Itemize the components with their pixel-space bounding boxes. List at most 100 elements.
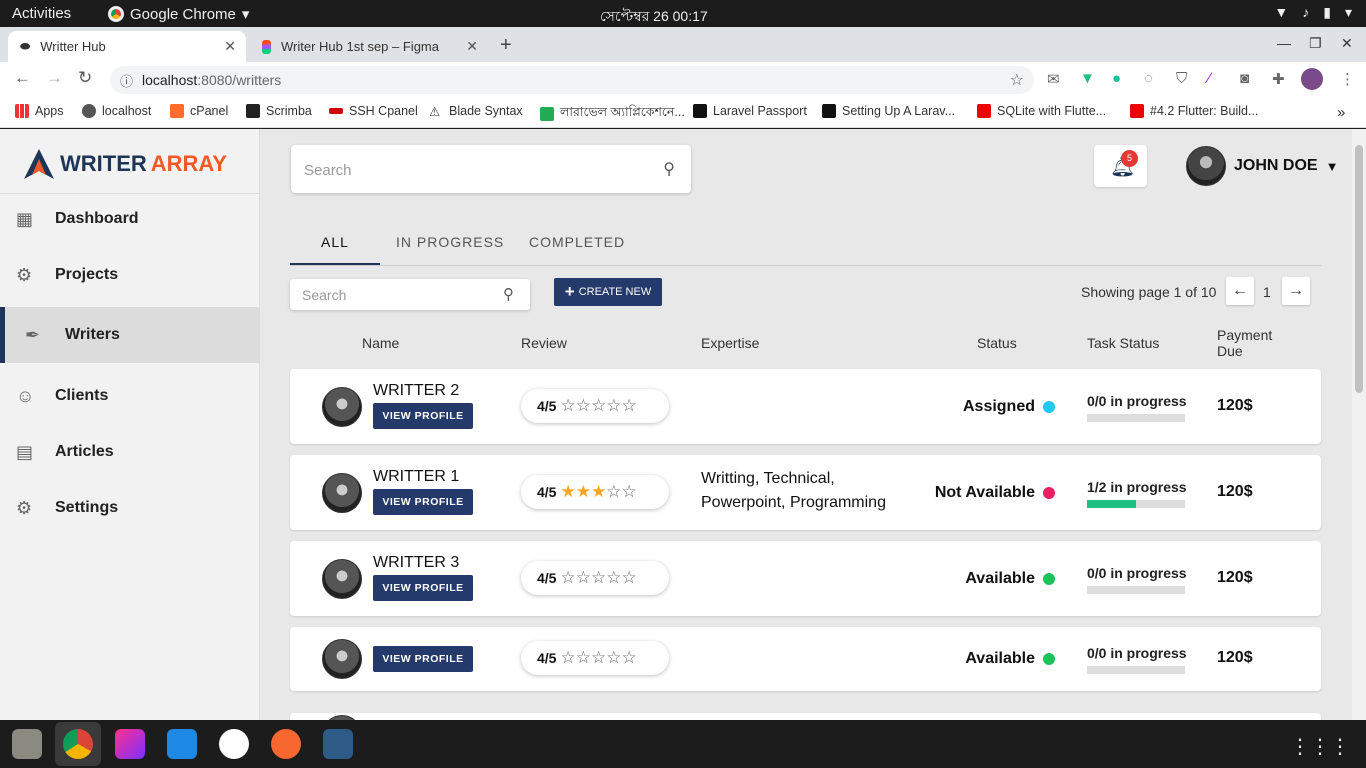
bookmark-scrimba[interactable]: Scrimba — [246, 104, 312, 118]
sidebar-item-dashboard[interactable]: ▦ Dashboard — [0, 191, 260, 247]
expertise-line: Powerpoint, Programming — [701, 494, 886, 511]
bookmark-blade-syntax[interactable]: ⚠ Blade Syntax — [429, 104, 523, 119]
sidebar-item-projects[interactable]: ⚙ Projects — [0, 247, 260, 303]
grammarly-icon[interactable]: ● — [1112, 70, 1121, 87]
table-row[interactable]: WRITTER 2 VIEW PROFILE 4/5 ☆☆☆☆☆ Assigne… — [290, 369, 1321, 444]
sidebar-item-articles[interactable]: ▤ Articles — [0, 424, 260, 480]
bookmark-setting-up[interactable]: Setting Up A Larav... — [822, 104, 955, 118]
window-close-icon[interactable]: ✕ — [1341, 35, 1353, 52]
address-bar[interactable]: ⓘ localhost:8080/writters ☆ — [110, 66, 1034, 94]
writer-search-input[interactable]: Search ⚲ — [290, 279, 530, 310]
activities-button[interactable]: Activities — [12, 5, 71, 22]
bookmark-laravel-bn[interactable]: লারাভেল অ্যাপ্লিকেশনে... — [540, 104, 685, 124]
table-row[interactable]: WRITTER 1 VIEW PROFILE 4/5 ★★★☆☆ Writtin… — [290, 455, 1321, 530]
more-menu-icon[interactable]: ⋮ — [1340, 70, 1355, 88]
bookmark-localhost[interactable]: localhost — [82, 104, 151, 118]
column-header-payment-due[interactable]: Payment Due — [1217, 327, 1287, 359]
minimize-icon[interactable]: — — [1277, 35, 1291, 51]
browser-tab-writter-hub[interactable]: ⬬ Writter Hub ✕ — [8, 31, 246, 62]
star-empty-icon: ☆ — [606, 482, 622, 501]
tab-all[interactable]: ALL — [321, 234, 349, 250]
bookmark-apps[interactable]: Apps — [15, 104, 64, 118]
column-header-expertise[interactable]: Expertise — [701, 335, 759, 351]
gmail-icon[interactable]: ✉ — [1047, 70, 1060, 88]
clock[interactable]: সেপ্টেম্বর 26 00:17 — [600, 5, 708, 29]
tab-in-progress[interactable]: IN PROGRESS — [396, 234, 504, 250]
mysql-workbench-icon[interactable] — [323, 729, 353, 759]
close-icon[interactable]: ✕ — [466, 38, 478, 55]
forward-arrow-icon[interactable]: → — [46, 68, 63, 88]
sidebar-item-clients[interactable]: ☺ Clients — [0, 368, 260, 424]
restore-icon[interactable]: ❐ — [1309, 35, 1322, 52]
phpstorm-icon[interactable] — [115, 729, 145, 759]
postman-icon[interactable] — [271, 729, 301, 759]
tab-completed[interactable]: COMPLETED — [529, 234, 625, 250]
table-row[interactable] — [290, 713, 1321, 720]
column-header-status[interactable]: Status — [977, 335, 1017, 351]
writer-status: Available — [965, 570, 1035, 587]
reload-icon[interactable]: ↻ — [78, 68, 92, 88]
bookmark-flutter-build[interactable]: #4.2 Flutter: Build... — [1130, 104, 1258, 118]
close-icon[interactable]: ✕ — [224, 38, 236, 55]
user-menu[interactable]: JOHN DOE ▼ — [1186, 146, 1338, 186]
scrollbar-thumb[interactable] — [1355, 145, 1363, 393]
scrimba-icon — [246, 104, 260, 118]
view-profile-button[interactable]: VIEW PROFILE — [373, 489, 473, 515]
camera-icon[interactable]: ◙ — [1240, 70, 1249, 87]
search-placeholder: Search — [304, 162, 352, 179]
browser-tab-figma[interactable]: Writer Hub 1st sep – Figma ✕ — [250, 31, 488, 62]
show-apps-icon[interactable]: ⋮⋮⋮ — [1290, 734, 1350, 759]
view-profile-button[interactable]: VIEW PROFILE — [373, 575, 473, 601]
vscode-icon[interactable] — [167, 729, 197, 759]
create-new-button[interactable]: + CREATE NEW — [554, 278, 662, 306]
status-dot — [1043, 573, 1055, 585]
next-page-button[interactable]: → — [1282, 277, 1310, 305]
slack-icon[interactable] — [219, 729, 249, 759]
task-progress-bar — [1087, 414, 1185, 422]
current-page-number: 1 — [1263, 284, 1271, 300]
app-menu[interactable]: Google Chrome ▾ — [108, 5, 249, 23]
column-header-name[interactable]: Name — [362, 335, 399, 351]
search-icon[interactable]: ⚲ — [503, 285, 514, 303]
table-row[interactable]: VIEW PROFILE 4/5 ☆☆☆☆☆ Available 0/0 in … — [290, 627, 1321, 691]
column-header-review[interactable]: Review — [521, 335, 567, 351]
sidebar-item-label: Dashboard — [55, 210, 139, 227]
feather-icon[interactable]: ∕ — [1208, 70, 1211, 87]
page-scrollbar[interactable] — [1352, 129, 1366, 720]
vue-devtools-icon[interactable]: ▼ — [1080, 70, 1095, 87]
search-icon[interactable]: ⚲ — [663, 159, 675, 179]
dev-icon — [822, 104, 836, 118]
shield-icon[interactable]: ⛉ — [1176, 70, 1187, 87]
table-row[interactable]: WRITTER 3 VIEW PROFILE 4/5 ☆☆☆☆☆ Availab… — [290, 541, 1321, 616]
column-header-task-status[interactable]: Task Status — [1087, 335, 1159, 351]
bookmark-sqlite-flutter[interactable]: SQLite with Flutte... — [977, 104, 1106, 118]
system-tray[interactable]: ▼ ♪ ▮ ▾ — [1274, 4, 1352, 21]
client-icon: ☺ — [16, 385, 35, 406]
sidebar-item-writers[interactable]: ✒ Writers — [0, 307, 260, 363]
new-tab-button[interactable]: + — [500, 34, 512, 57]
bookmark-laravel-passport[interactable]: Laravel Passport — [693, 104, 807, 118]
puzzle-icon[interactable]: ✚ — [1272, 70, 1285, 88]
brand-logo[interactable]: WRITER ARRAY — [22, 147, 227, 181]
bookmark-ssh-cpanel[interactable]: SSH Cpanel — [329, 104, 418, 118]
view-profile-button[interactable]: VIEW PROFILE — [373, 403, 473, 429]
apps-grid-icon — [15, 104, 29, 118]
view-profile-button[interactable]: VIEW PROFILE — [373, 646, 473, 672]
filter-tabs: ALL IN PROGRESS COMPLETED — [290, 225, 1321, 266]
global-search-input[interactable]: Search ⚲ — [291, 145, 691, 193]
profile-avatar-icon[interactable] — [1301, 68, 1323, 90]
files-icon[interactable] — [12, 729, 42, 759]
sidebar-item-settings[interactable]: ⚙ Settings — [0, 480, 260, 536]
bookmark-star-icon[interactable]: ☆ — [1010, 70, 1024, 90]
star-rating: ☆☆☆☆☆ — [560, 648, 636, 668]
review-rating: 4/5 ☆☆☆☆☆ — [521, 641, 669, 675]
chevron-down-icon: ▾ — [1344, 4, 1352, 20]
prev-page-button[interactable]: ← — [1226, 277, 1254, 305]
bookmarks-overflow-icon[interactable]: » — [1337, 104, 1345, 121]
extension-icon[interactable]: ◌ — [1144, 70, 1153, 87]
bookmark-cpanel[interactable]: cPanel — [170, 104, 228, 118]
back-arrow-icon[interactable]: ← — [14, 68, 31, 88]
notifications-button[interactable]: 🔔︎ 5 — [1094, 145, 1147, 187]
taskbar: ⋮⋮⋮ — [0, 720, 1366, 768]
chrome-icon[interactable] — [63, 729, 93, 759]
